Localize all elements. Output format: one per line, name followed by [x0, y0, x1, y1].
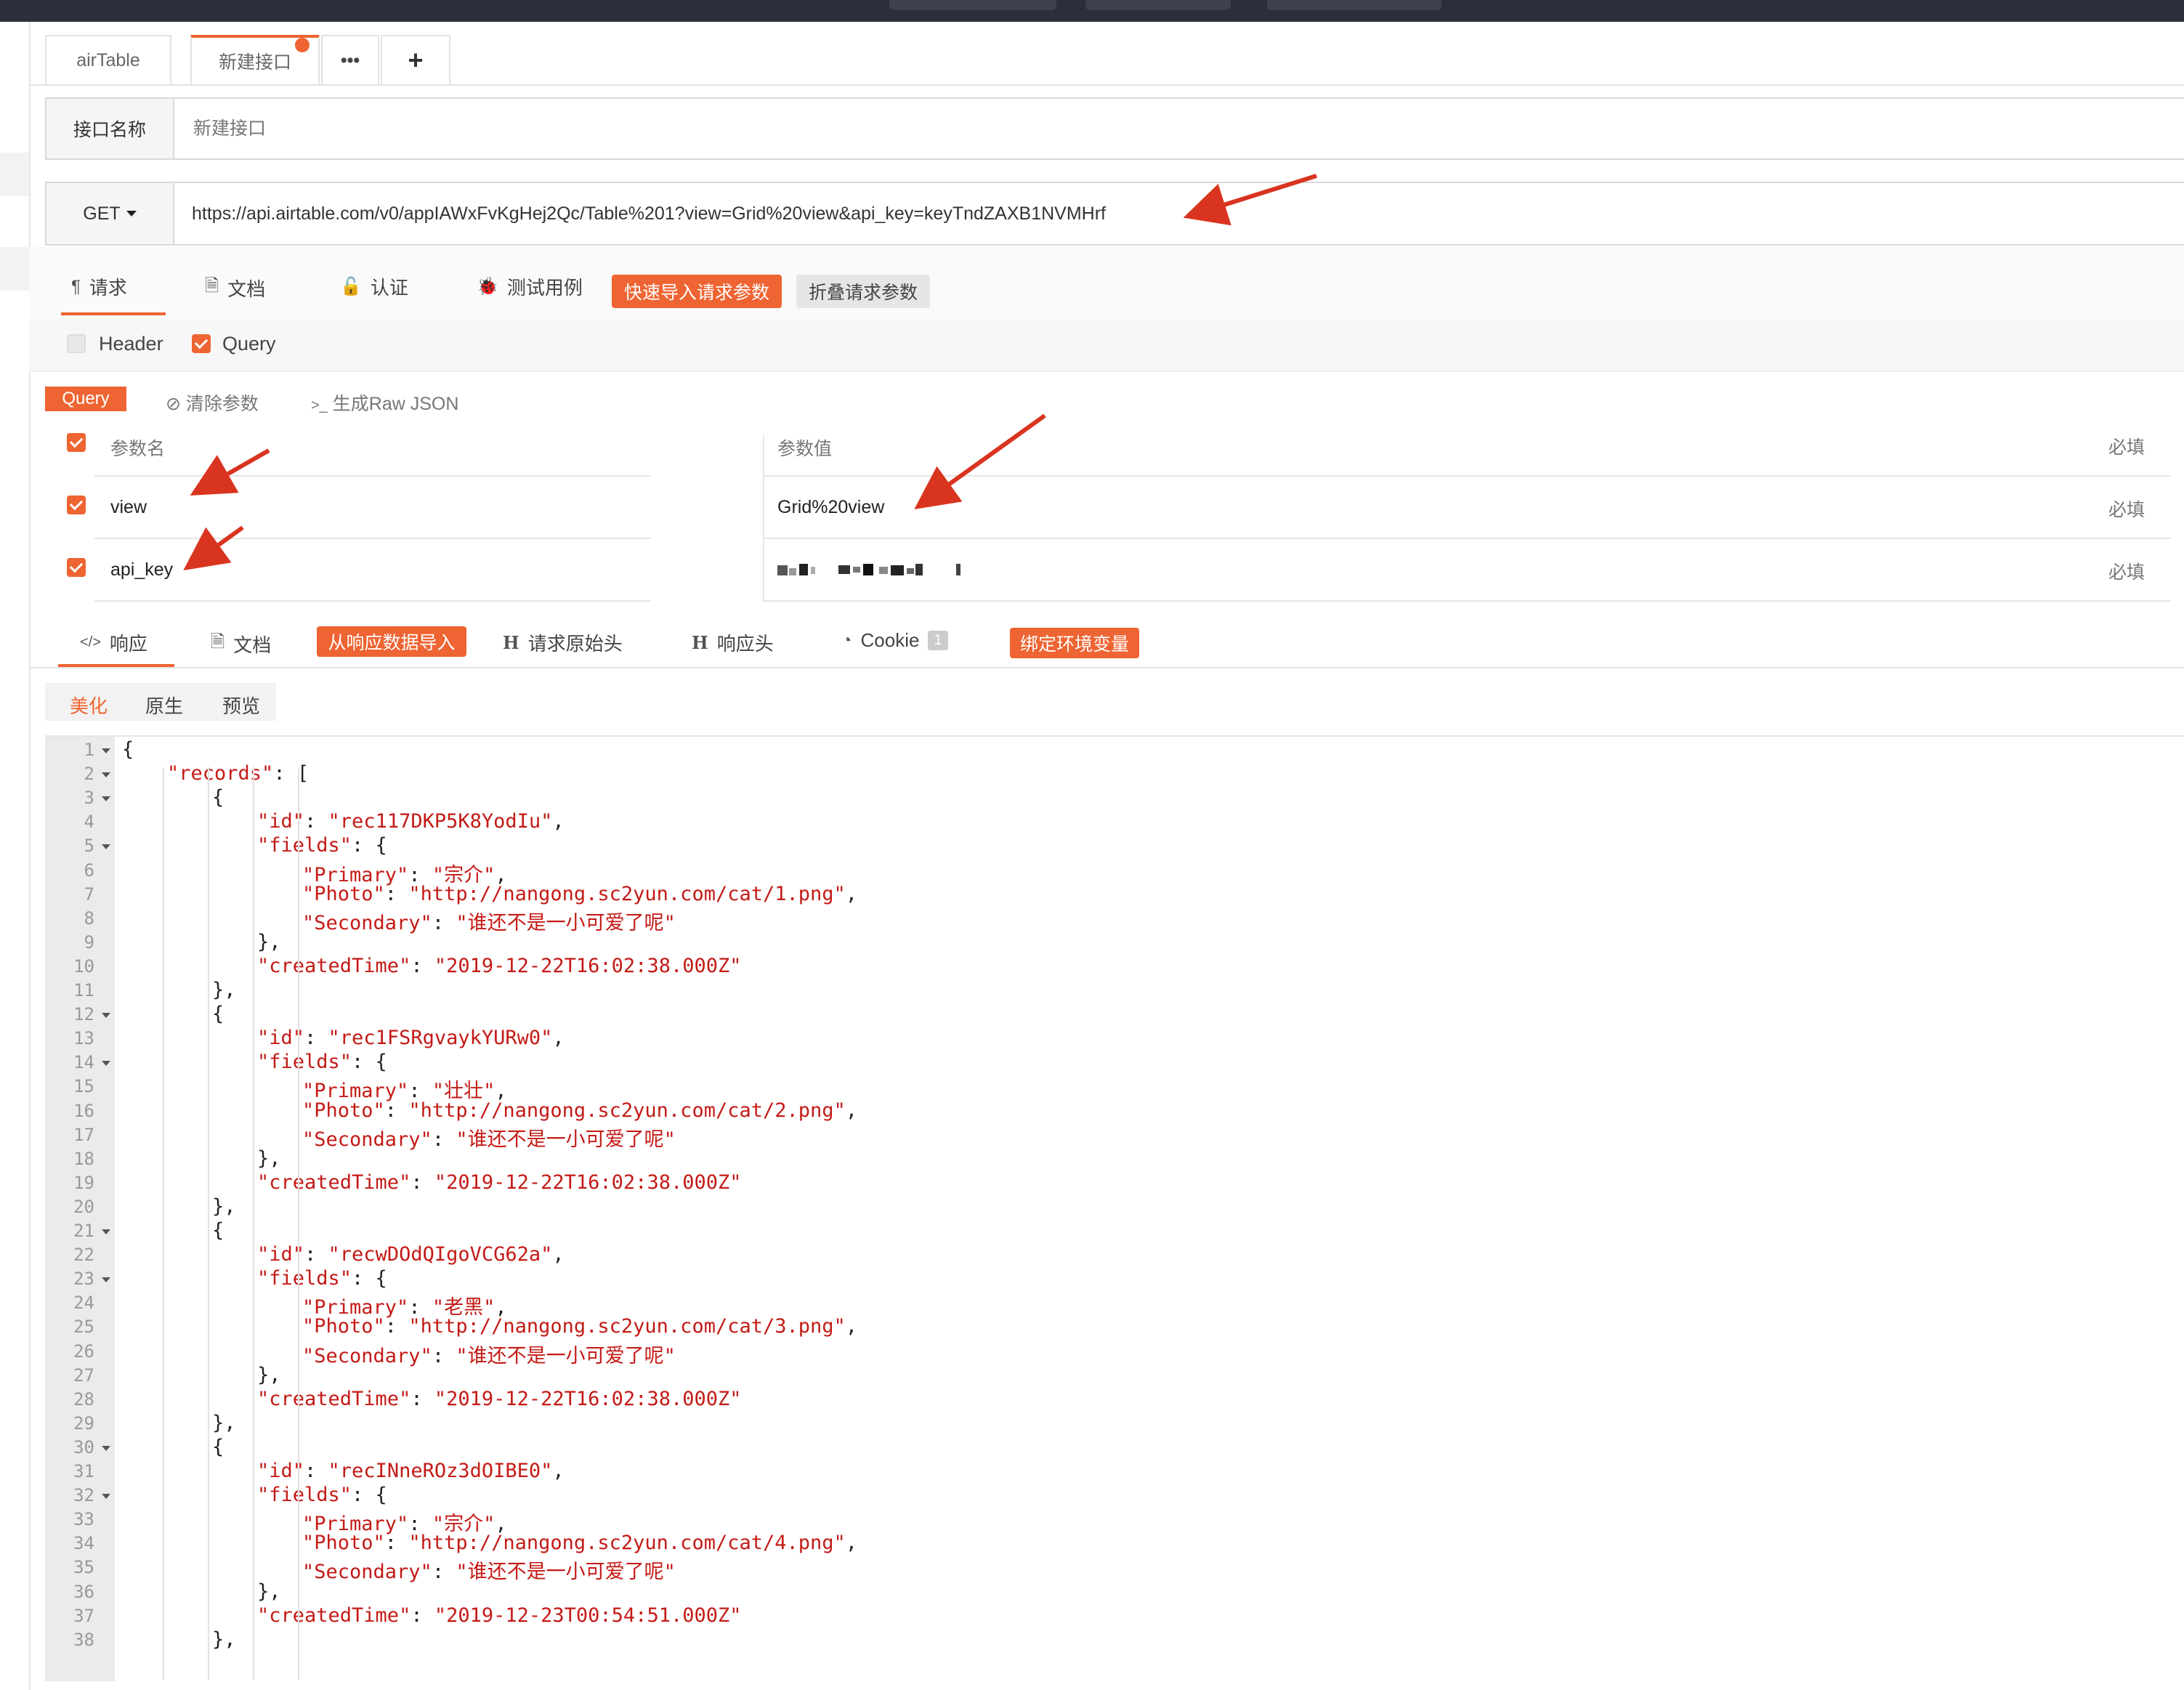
arrow-annotation: [183, 525, 244, 571]
arrow-annotation: [1183, 174, 1317, 226]
arrow-annotation: [914, 413, 1046, 509]
annotation-arrows: [183, 174, 1317, 571]
arrow-annotation: [190, 448, 270, 496]
